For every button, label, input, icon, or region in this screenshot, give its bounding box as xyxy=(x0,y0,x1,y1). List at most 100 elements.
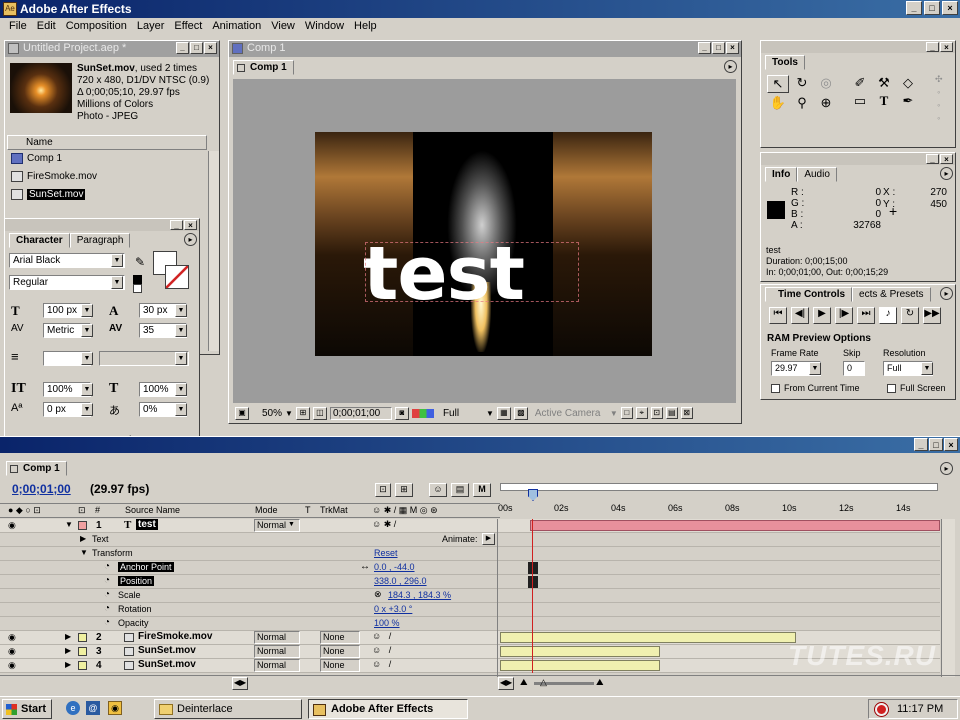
current-time-indicator-head[interactable] xyxy=(528,489,538,501)
property-scale[interactable]: Scale xyxy=(118,590,141,600)
list-item[interactable]: Comp 1 xyxy=(7,151,207,169)
layer-duration-bar-sunset-2[interactable] xyxy=(500,660,660,671)
track-matte-select[interactable]: None xyxy=(320,631,360,644)
layer-label-color[interactable] xyxy=(78,647,87,656)
skip-input[interactable]: 0 xyxy=(843,361,865,376)
source-name-header[interactable]: Source Name xyxy=(125,505,180,515)
chevron-down-icon[interactable]: ▼ xyxy=(81,352,93,365)
timeline-timecode[interactable]: 0;00;01;00 xyxy=(12,482,71,496)
table-row[interactable]: ▶ Text Animate: ▶ xyxy=(0,533,940,547)
scale-value[interactable]: 184.3 , 184.3 % xyxy=(388,590,451,600)
quick-launch-outlook-icon[interactable]: @ xyxy=(86,701,100,715)
chevron-down-icon[interactable]: ▼ xyxy=(111,254,123,267)
property-opacity[interactable]: Opacity xyxy=(118,618,149,628)
play-icon[interactable]: ▶ xyxy=(813,307,831,324)
layer-name[interactable]: FireSmoke.mov xyxy=(138,631,212,642)
white-swatch[interactable] xyxy=(133,284,142,293)
safe-zones-icon[interactable]: ⊞ xyxy=(295,406,310,420)
project-close-button[interactable]: × xyxy=(204,42,217,54)
frame-blending-icon[interactable]: ▤ xyxy=(451,483,469,497)
black-swatch[interactable] xyxy=(133,275,142,284)
mode-header[interactable]: Mode xyxy=(255,505,278,515)
chevron-down-icon[interactable]: ▼ xyxy=(610,409,618,418)
flowchart-icon[interactable]: ⊡ xyxy=(650,407,663,419)
list-item[interactable]: FireSmoke.mov xyxy=(7,169,207,187)
panel-menu-icon[interactable]: ▸ xyxy=(724,60,737,73)
chevron-down-icon[interactable]: ▼ xyxy=(175,352,187,365)
quick-launch-ie-icon[interactable]: e xyxy=(66,701,80,715)
orbit-camera-tool-icon[interactable]: ◎ xyxy=(815,75,837,93)
project-minimize-button[interactable]: _ xyxy=(176,42,189,54)
chevron-down-icon[interactable]: ▼ xyxy=(81,324,93,337)
stopwatch-icon[interactable]: ◔ xyxy=(104,603,110,614)
tab-timeline-comp-1[interactable]: Comp 1 xyxy=(6,461,67,476)
anchor-point-value[interactable]: 0.0 , -44.0 xyxy=(374,562,415,572)
maximize-button[interactable]: □ xyxy=(924,1,940,15)
chevron-down-icon[interactable]: ▼ xyxy=(81,383,93,396)
project-column-header[interactable]: Name xyxy=(7,135,207,150)
tab-character[interactable]: Character xyxy=(9,233,70,248)
type-tool-icon[interactable]: T xyxy=(873,93,895,109)
twirl-open-icon[interactable]: ▼ xyxy=(65,520,73,529)
keyframe-marker[interactable] xyxy=(528,562,538,574)
comp-close-button[interactable]: × xyxy=(726,42,739,54)
layer-duration-bar-sunset-1[interactable] xyxy=(500,646,660,657)
property-position[interactable]: Position xyxy=(118,576,155,586)
taskbar-item-deinterlace[interactable]: Deinterlace xyxy=(154,699,302,719)
menu-file[interactable]: File xyxy=(4,18,32,36)
stopwatch-icon[interactable]: ◔ xyxy=(104,617,110,628)
layer-label-color[interactable] xyxy=(78,661,87,670)
timeline-close-button[interactable]: × xyxy=(944,438,958,451)
comp-minimize-button[interactable]: _ xyxy=(698,42,711,54)
menu-view[interactable]: View xyxy=(266,18,300,36)
eyedropper-icon[interactable]: ✎ xyxy=(135,255,145,269)
info-minimize-button[interactable]: _ xyxy=(926,154,939,164)
fast-previews-icon[interactable]: ⌖ xyxy=(635,407,648,419)
camera-view-select[interactable]: Active Camera xyxy=(535,408,607,419)
clone-stamp-tool-icon[interactable]: ⚒ xyxy=(873,75,895,91)
font-style-select[interactable]: Regular xyxy=(9,275,125,290)
constrain-proportions-icon[interactable]: ⊗ xyxy=(374,589,382,600)
menu-edit[interactable]: Edit xyxy=(32,18,61,36)
next-frame-icon[interactable]: |▶ xyxy=(835,307,853,324)
chevron-down-icon[interactable]: ▼ xyxy=(175,324,187,337)
local-axis-icon[interactable]: ✣ xyxy=(935,73,943,86)
track-matte-select[interactable]: None xyxy=(320,645,360,658)
tab-audio[interactable]: Audio xyxy=(797,167,837,182)
panel-menu-icon[interactable]: ▸ xyxy=(184,233,197,246)
chevron-down-icon[interactable]: ▼ xyxy=(288,521,295,528)
opacity-value[interactable]: 100 % xyxy=(374,618,400,628)
font-family-select[interactable]: Arial Black xyxy=(9,253,125,268)
table-row[interactable]: ◔ Position 338.0 , 296.0 xyxy=(0,575,940,589)
full-screen-checkbox[interactable] xyxy=(887,384,896,394)
keyframe-marker[interactable] xyxy=(528,576,538,588)
work-area-bar[interactable] xyxy=(500,483,938,491)
transform-reset-link[interactable]: Reset xyxy=(374,548,398,558)
project-scrollbar[interactable] xyxy=(208,151,219,351)
tab-time-controls[interactable]: Time Controls xyxy=(765,287,853,302)
composition-canvas[interactable]: test xyxy=(315,132,652,356)
expand-collapse-icon[interactable]: ◀▶ xyxy=(498,677,514,690)
table-row[interactable]: ◔ Opacity 100 % xyxy=(0,617,940,631)
menu-animation[interactable]: Animation xyxy=(207,18,266,36)
stopwatch-icon[interactable]: ◔ xyxy=(104,561,110,572)
zoom-slider-thumb[interactable]: △ xyxy=(540,677,547,688)
brush-tool-icon[interactable]: ✐ xyxy=(849,75,871,91)
time-ruler[interactable]: 00s 02s 04s 06s 08s 10s 12s 14s xyxy=(498,481,940,519)
chevron-down-icon[interactable]: ▼ xyxy=(921,362,933,375)
rotation-tool-icon[interactable]: ↻ xyxy=(791,75,813,93)
previous-frame-icon[interactable]: ◀| xyxy=(791,307,809,324)
menu-layer[interactable]: Layer xyxy=(132,18,170,36)
eye-icon[interactable]: ◉ xyxy=(8,646,16,657)
menu-window[interactable]: Window xyxy=(300,18,349,36)
zoom-in-icon[interactable]: ⛰ xyxy=(596,677,604,688)
layer-mode-select[interactable]: Normal xyxy=(254,645,300,658)
hand-tool-icon[interactable]: ✋ xyxy=(767,95,789,111)
stroke-color-swatch[interactable] xyxy=(165,265,189,289)
rotation-value[interactable]: 0 x +3.0 ° xyxy=(374,604,412,614)
axis-extra-icon[interactable]: ◦ xyxy=(935,112,943,125)
minimize-button[interactable]: _ xyxy=(906,1,922,15)
stopwatch-icon[interactable]: ◔ xyxy=(104,575,110,586)
tab-comp-1[interactable]: Comp 1 xyxy=(233,60,294,75)
animate-menu-button[interactable]: ▶ xyxy=(482,533,495,545)
